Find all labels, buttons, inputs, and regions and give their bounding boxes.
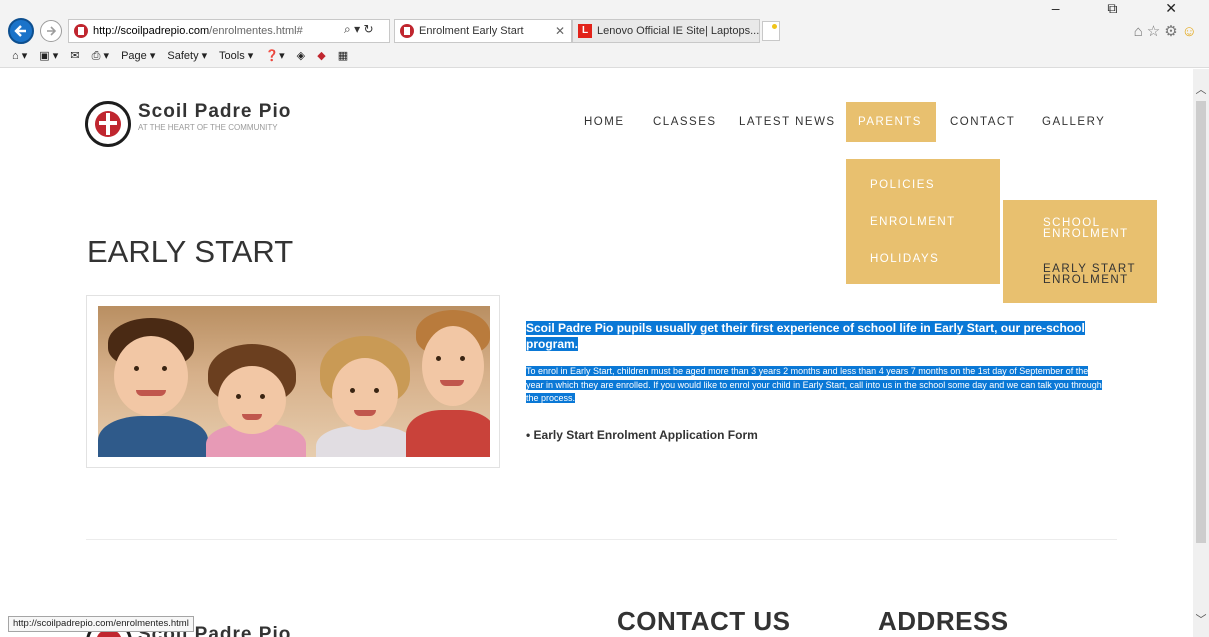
logo-cross — [99, 121, 117, 125]
lenovo-favicon-icon: L — [578, 24, 592, 38]
safety-menu[interactable]: Safety ▾ — [167, 50, 207, 62]
menu-item-policies[interactable]: POLICIES — [870, 179, 935, 191]
child-figure — [320, 336, 410, 436]
print-icon[interactable]: ⎙ ▾ — [92, 50, 109, 62]
address-heading: ADDRESS — [878, 606, 1009, 636]
contact-us-heading: CONTACT US — [617, 606, 791, 636]
nav-home[interactable]: HOME — [584, 102, 625, 142]
nav-latest-news[interactable]: LATEST NEWS — [739, 102, 836, 142]
menu-item-holidays[interactable]: HOLIDAYS — [870, 253, 939, 265]
menu-item-early-start-enrolment[interactable]: EARLY START ENROLMENT — [1043, 263, 1153, 286]
scroll-up-icon[interactable]: ︿ — [1193, 81, 1209, 97]
site-tagline: AT THE HEART OF THE COMMUNITY — [138, 123, 278, 132]
favorites-star-icon[interactable]: ☆ — [1147, 23, 1164, 40]
help-icon[interactable]: ❓▾ — [265, 50, 284, 62]
application-form-link[interactable]: • Early Start Enrolment Application Form — [526, 428, 758, 442]
nav-gallery[interactable]: GALLERY — [1042, 102, 1105, 142]
home-icon[interactable]: ⌂ ▾ — [12, 50, 27, 62]
scrollbar-thumb[interactable] — [1196, 101, 1206, 543]
details-paragraph: To enrol in Early Start, children must b… — [526, 365, 1108, 406]
nav-contact[interactable]: CONTACT — [950, 102, 1015, 142]
new-tab-button[interactable] — [762, 21, 780, 41]
back-arrow-icon — [14, 25, 26, 37]
browser-chrome: http://scoilpadrepio.com/enrolmentes.htm… — [0, 0, 1209, 68]
toolbar-icons: ⌂☆⚙☺ — [1134, 22, 1201, 40]
page-title: EARLY START — [87, 234, 294, 269]
close-tab-icon[interactable]: ✕ — [555, 20, 565, 42]
enrolment-submenu: SCHOOL ENROLMENT EARLY START ENROLMENT — [1003, 200, 1157, 303]
site-favicon-icon — [74, 24, 88, 38]
tab-label: Lenovo Official IE Site| Laptops... — [597, 25, 760, 37]
children-photo — [98, 306, 490, 457]
mcafee-icon[interactable]: ◆ — [317, 50, 325, 62]
menu-item-school-enrolment[interactable]: SCHOOL ENROLMENT — [1043, 217, 1153, 240]
address-bar[interactable]: http://scoilpadrepio.com/enrolmentes.htm… — [68, 19, 390, 43]
page-menu[interactable]: Page ▾ — [121, 50, 155, 62]
url-path: /enrolmentes.html# — [209, 25, 303, 37]
intro-paragraph: Scoil Padre Pio pupils usually get their… — [526, 320, 1106, 352]
tab-enrolment-early-start[interactable]: Enrolment Early Start ✕ — [394, 19, 572, 43]
tools-menu[interactable]: Tools ▾ — [219, 50, 253, 62]
refresh-icon[interactable]: ↻ — [363, 22, 373, 36]
section-divider — [86, 539, 1117, 540]
mail-icon[interactable]: ✉ — [70, 50, 79, 62]
menu-item-enrolment[interactable]: ENROLMENT — [870, 216, 956, 228]
smiley-icon[interactable]: ☺ — [1182, 23, 1201, 40]
command-bar: ⌂ ▾ ▣ ▾ ✉ ⎙ ▾ Page ▾ Safety ▾ Tools ▾ ❓▾… — [12, 49, 357, 65]
status-bar-url: http://scoilpadrepio.com/enrolmentes.htm… — [8, 616, 194, 632]
child-figure — [106, 318, 196, 418]
forward-button[interactable] — [40, 20, 62, 42]
parents-dropdown: POLICIES ENROLMENT HOLIDAYS — [846, 159, 1000, 284]
school-logo[interactable] — [85, 101, 131, 147]
child-figure — [416, 310, 490, 410]
site-name[interactable]: Scoil Padre Pio — [138, 101, 291, 123]
back-button[interactable] — [8, 18, 34, 44]
extension-icon[interactable]: ▦ — [338, 50, 348, 62]
intro-text: Scoil Padre Pio pupils usually get their… — [526, 321, 1085, 351]
feeds-icon[interactable]: ▣ ▾ — [39, 50, 58, 62]
address-tools: ⌕ ▾ ↻ — [344, 22, 374, 37]
nav-parents[interactable]: PARENTS — [846, 102, 936, 142]
tab-lenovo[interactable]: L Lenovo Official IE Site| Laptops... — [572, 19, 760, 43]
details-text: To enrol in Early Start, children must b… — [526, 366, 1102, 403]
shirt — [98, 416, 208, 457]
vertical-scrollbar[interactable]: ︿ ﹀ — [1193, 69, 1209, 637]
shirt — [406, 410, 490, 457]
nav-classes[interactable]: CLASSES — [653, 102, 717, 142]
dropdown-icon[interactable]: ▾ — [354, 22, 360, 36]
child-figure — [208, 344, 296, 436]
addon-icon[interactable]: ◈ — [297, 50, 305, 62]
tab-label: Enrolment Early Start — [419, 25, 524, 37]
search-icon[interactable]: ⌕ — [344, 22, 351, 36]
site-favicon-icon — [400, 24, 414, 38]
page-viewport: Scoil Padre Pio AT THE HEART OF THE COMM… — [0, 69, 1193, 637]
url-domain: http://scoilpadrepio.com — [93, 25, 210, 37]
home-icon[interactable]: ⌂ — [1134, 23, 1147, 40]
window-controls[interactable]: – ⧉ ✕ — [1052, 0, 1199, 17]
scroll-down-icon[interactable]: ﹀ — [1193, 611, 1209, 627]
children-photo-frame — [86, 295, 500, 468]
forward-arrow-icon — [47, 26, 57, 36]
gear-icon[interactable]: ⚙ — [1164, 23, 1181, 40]
